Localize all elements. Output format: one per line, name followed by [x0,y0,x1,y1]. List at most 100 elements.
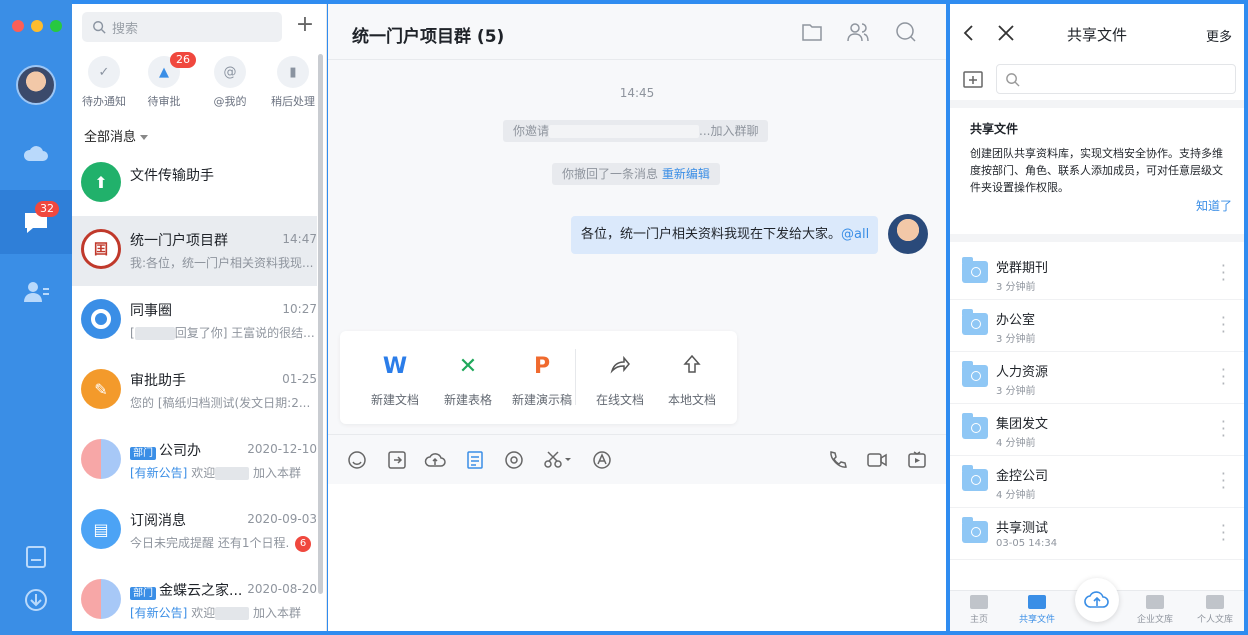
upload-arrow-icon [657,353,727,381]
search-icon[interactable] [894,20,918,44]
folder-row[interactable]: 人力资源 3 分钟前 · · · [950,352,1244,404]
font-format-icon[interactable] [591,449,613,471]
recall-notice: 你撤回了一条消息 重新编辑 [552,163,720,185]
conversation-title: 部门 公司办 [130,440,201,460]
close-window-button[interactable] [12,20,24,32]
conversation-company-office[interactable]: 部门 公司办 2020-12-10 [有新公告] 欢迎 加入本群 [72,426,317,496]
shared-folder-icon [962,465,988,491]
search-icon [1006,73,1020,87]
rail-messages-button[interactable]: 32 [0,190,72,254]
zoom-window-button[interactable] [50,20,62,32]
more-vertical-icon[interactable]: · · · [1221,258,1226,288]
shared-files-panel: 共享文件 更多 共享文件 创建团队共享资料库，实现文档安全协作。支持多维度按部门… [950,4,1244,631]
conversation-title: 同事圈 [130,303,172,319]
more-vertical-icon[interactable]: · · · [1221,466,1226,496]
new-folder-icon[interactable] [962,68,984,90]
file-search-input[interactable] [996,64,1236,94]
folder-row[interactable]: 金控公司 4 分钟前 · · · [950,456,1244,508]
composer-toolbar [328,434,946,484]
intro-title: 共享文件 [970,122,1019,136]
search-input[interactable]: 搜索 [82,12,282,42]
message-bubble[interactable]: 各位，统一门户相关资料我现在下发给大家。@all [571,216,878,254]
folder-row[interactable]: 共享测试 03-05 14:34 · · · [950,508,1244,560]
file-send-icon[interactable] [386,449,408,471]
conversation-list: 搜索 + ✓ 待办通知 ▲ 26 待审批 @ @我的 ▮ 稍后处理 全部消息 ⬆… [72,4,327,631]
conversation-title: 文件传输助手 [130,168,214,184]
message-filter[interactable]: 全部消息 [84,126,149,145]
live-stream-icon[interactable] [906,449,928,471]
list-scrollbar[interactable] [318,54,323,594]
online-doc-button[interactable]: 在线文档 [585,331,655,408]
colleague-circle-icon [81,299,121,339]
shared-files-tools [950,62,1244,100]
phone-icon[interactable] [826,449,848,471]
new-sheet-button[interactable]: ✕ 新建表格 [433,331,503,408]
quick-approval[interactable]: ▲ 26 待审批 [132,52,196,109]
folder-icon[interactable] [800,20,824,44]
rail-contacts-button[interactable] [0,260,72,324]
more-vertical-icon[interactable]: · · · [1221,518,1226,548]
more-button[interactable]: 更多 [1206,26,1232,45]
group-avatar [81,439,121,479]
new-slides-button[interactable]: P 新建演示稿 [502,331,582,408]
shared-folder-icon [962,257,988,283]
conversation-kingdee[interactable]: 部门 金蝶云之家... 2020-08-20 [有新公告] 欢迎 加入本群 [72,566,317,631]
conversation-file-transfer[interactable]: ⬆ 文件传输助手 [72,149,317,219]
conversation-title: 统一门户项目群 [130,233,228,249]
conversation-colleague-circle[interactable]: 同事圈 10:27 [回复了你] 王富说的很结... [72,286,317,356]
folder-row[interactable]: 办公室 3 分钟前 · · · [950,300,1244,352]
conversation-project-group[interactable]: 囯 统一门户项目群 14:47 我:各位，统一门户相关资料我现... [72,216,317,286]
minimize-window-button[interactable] [31,20,43,32]
folder-row[interactable]: 党群期刊 3 分钟前 · · · [950,248,1244,300]
local-doc-button[interactable]: 本地文档 [657,331,727,408]
emoji-icon[interactable] [346,449,368,471]
quick-mentions[interactable]: @ @我的 [198,56,262,109]
new-doc-label: 新建文档 [370,393,419,407]
tab-enterprise-library[interactable]: 企业文库 [1126,595,1184,625]
quick-later[interactable]: ▮ 稍后处理 [261,56,325,109]
add-button[interactable]: + [293,14,317,38]
more-vertical-icon[interactable]: · · · [1221,414,1226,444]
new-slides-label: 新建演示稿 [511,393,572,407]
conversation-time: 14:47 [282,232,317,246]
conversation-approval-assistant[interactable]: ✎ 审批助手 01-25 您的 [稿纸归档测试(发文日期:2... [72,356,317,426]
mention-all[interactable]: @all [841,227,869,242]
rail-download-button[interactable] [0,568,72,632]
share-icon [585,353,655,381]
document-icon[interactable] [464,449,486,471]
tab-home[interactable]: 主页 [950,595,1008,625]
shared-files-header: 共享文件 更多 [950,4,1244,62]
invite-notice: 你邀请 ...加入群聊 [503,120,769,142]
upload-button[interactable] [1075,578,1119,622]
check-icon: ✓ [88,56,120,88]
group-seal-icon: 囯 [81,229,121,269]
more-vertical-icon[interactable]: · · · [1221,362,1226,392]
rail-cloud-button[interactable] [0,122,72,186]
word-icon: W [382,354,408,379]
quick-todo[interactable]: ✓ 待办通知 [72,56,136,109]
download-icon [25,589,47,611]
chat-header: 统一门户项目群 (5) [328,4,946,60]
user-avatar[interactable] [16,65,56,105]
shared-folder-icon [962,361,988,387]
folder-time: 3 分钟前 [996,334,1036,345]
personal-library-icon [1206,595,1224,609]
sender-avatar[interactable] [888,214,928,254]
at-icon[interactable] [503,449,525,471]
folder-row[interactable]: 集团发文 4 分钟前 · · · [950,404,1244,456]
conversation-time: 10:27 [282,302,317,316]
screenshot-scissors-icon[interactable] [542,449,572,471]
more-vertical-icon[interactable]: · · · [1221,310,1226,340]
members-icon[interactable] [846,20,870,44]
message-input[interactable] [328,484,946,631]
got-it-link[interactable]: 知道了 [1196,197,1232,214]
cloud-upload-icon[interactable] [424,449,446,471]
conversation-subscriptions[interactable]: ▤ 订阅消息 2020-09-03 今日未完成提醒 还有1个日程... 6 [72,496,317,566]
tab-personal-library[interactable]: 个人文库 [1186,595,1244,625]
video-call-icon[interactable] [866,449,888,471]
tab-shared-files[interactable]: 共享文件 [1008,595,1066,625]
new-doc-button[interactable]: W 新建文档 [360,331,430,408]
folder-name: 党群期刊 [996,261,1049,276]
re-edit-link[interactable]: 重新编辑 [662,167,710,181]
local-doc-label: 本地文档 [667,393,716,407]
